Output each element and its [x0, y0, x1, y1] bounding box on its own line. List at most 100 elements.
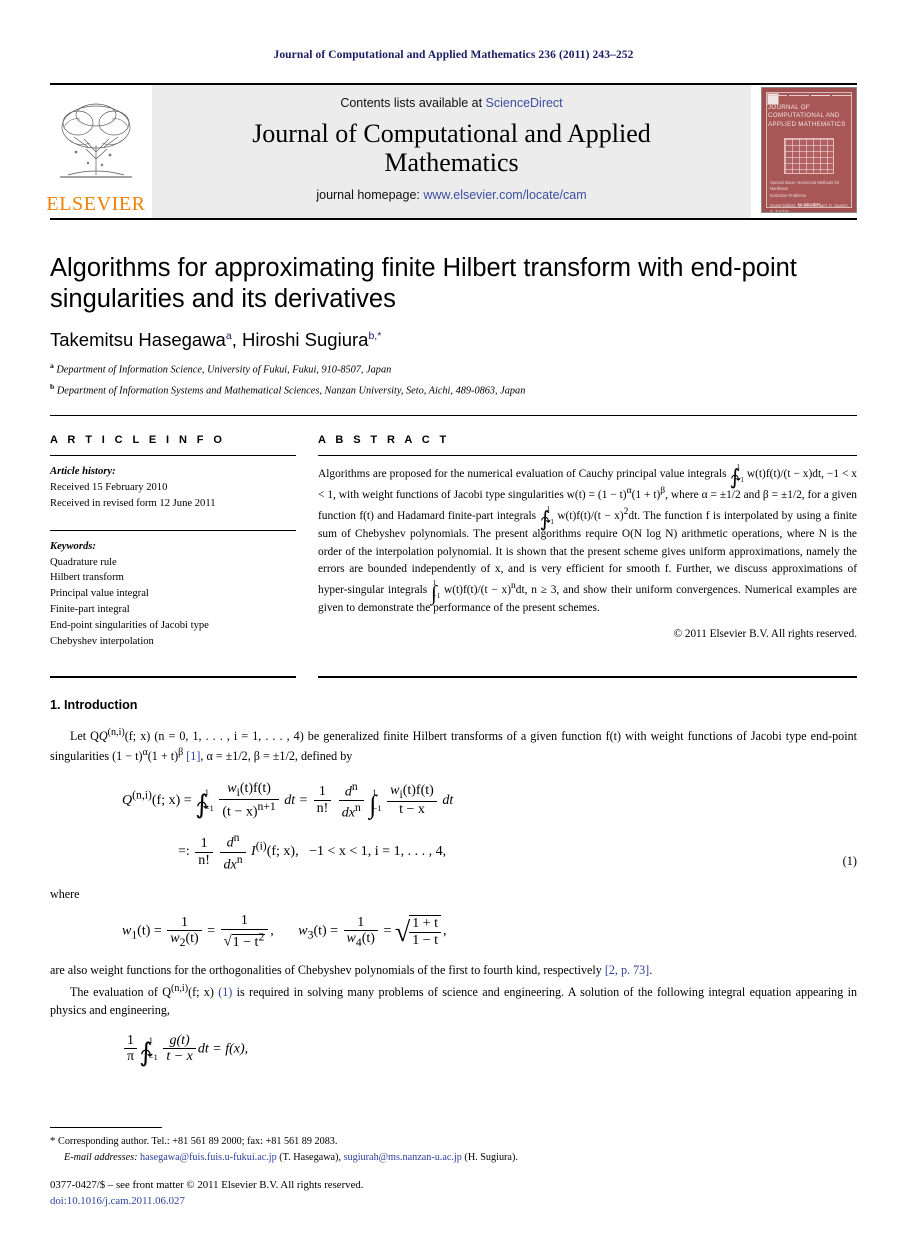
intro-paragraph-3: The evaluation of Q(n,i)(f; x) (1) is re… — [50, 981, 857, 1020]
section-heading-introduction: 1. Introduction — [50, 697, 138, 712]
eq2-f3-num: 1 — [357, 914, 365, 930]
eq1-f4-num: 1 — [200, 836, 208, 851]
eq1-conditions: −1 < x < 1, i = 1, . . . , 4, — [309, 844, 447, 860]
intro-p1-seg-c: (1 + t) — [147, 749, 179, 764]
eq2-sqrt-body: 1 − t — [232, 934, 259, 950]
eq3-tail: dt = f(x), — [197, 1040, 249, 1056]
eq2-w1-rest: (t) = — [137, 924, 162, 940]
eq2-w4-rest: (t) — [361, 931, 375, 947]
elsevier-wordmark: ELSEVIER — [46, 193, 146, 215]
journal-title-line2: Mathematics — [384, 148, 519, 178]
eq2-w3: w — [298, 924, 308, 940]
divider-rule-left — [50, 675, 296, 678]
affiliation-b: b Department of Information Systems and … — [50, 381, 857, 399]
author-2-affiliation-marker: b,* — [368, 330, 381, 342]
eq1-Q-superscript: (n,i) — [132, 788, 152, 802]
eq2-sqrt-sup: 2 — [258, 930, 265, 944]
affiliation-a: a Department of Information Science, Uni… — [50, 360, 857, 378]
eq1-d-sup: n — [351, 779, 358, 793]
eq3-f1-den: π — [124, 1048, 138, 1065]
masthead-bottom-rule — [50, 218, 857, 220]
citation-link-1[interactable]: [1] — [186, 749, 200, 763]
intro-p1-seg-a: Let Q — [70, 728, 99, 743]
integral-lower-limit: −1 — [372, 803, 382, 814]
citation-link-2[interactable]: [2, p. 73] — [605, 963, 649, 977]
equation-1-number: (1) — [842, 854, 857, 868]
equation-1-line-2: =: 1 n! dn dxn I(i)(f; x), −1 < x < 1, i… — [178, 831, 857, 873]
integral-limits: 1 −1 — [149, 1036, 158, 1061]
eq1-Q-args: (f; x) = — [151, 792, 192, 808]
affiliation-a-text: Department of Information Science, Unive… — [56, 364, 392, 376]
eq3-g-num: g(t) — [169, 1032, 190, 1048]
eq1-f2-num: 1 — [318, 784, 326, 800]
integral-limits: 1 −1 — [736, 462, 744, 484]
eq1-dx2-sup: n — [236, 852, 243, 866]
eq2-fraction-2: 1 √1 − t2 — [220, 913, 269, 950]
sqrt-icon: √ — [394, 917, 411, 949]
abstract-rule — [318, 454, 857, 456]
abstract-seg-5: w(t)f(t)/(t − x) — [553, 509, 624, 522]
journal-title-line1: Journal of Computational and Applied — [252, 119, 651, 148]
affiliation-a-marker: a — [50, 361, 54, 371]
intro-p1-superscript: (n,i) — [107, 726, 125, 738]
journal-band: Contents lists available at ScienceDirec… — [152, 85, 751, 218]
where-label: where — [50, 887, 80, 901]
eq1-d2-sup: n — [233, 831, 240, 845]
asterisk-icon: * — [50, 1135, 56, 1148]
integral-limits: 1 −1 — [546, 505, 554, 526]
article-history-label: Article history: — [50, 465, 116, 477]
cover-title: JOURNAL OF COMPUTATIONAL AND APPLIED MAT… — [768, 104, 846, 128]
eq1-den1: (t − x) — [222, 804, 258, 820]
intro-paragraph-2: are also weight functions for the orthog… — [50, 963, 653, 978]
issn-line: 0377-0427/$ – see front matter © 2011 El… — [50, 1179, 364, 1192]
eq3-fraction-2: g(t) t − x — [163, 1033, 196, 1065]
integral-upper-limit: 1 — [372, 786, 377, 797]
doi-link[interactable]: doi:10.1016/j.cam.2011.06.027 — [50, 1194, 857, 1210]
eq1-dx: dx — [341, 805, 355, 821]
keyword-item: Finite-part integral — [50, 604, 130, 616]
equation-reference-link[interactable]: (1) — [218, 985, 232, 999]
eq2-fraction-4: 1 + t 1 − t — [409, 915, 442, 948]
eq1-I-sup: (i) — [255, 839, 267, 853]
cover-subtitle-line2: Evolution Problems — [770, 192, 807, 198]
eq2-w4: w — [346, 931, 356, 947]
corresponding-author-marker: * — [377, 330, 382, 343]
footnote-area: * Corresponding author. Tel.: +81 561 89… — [50, 1127, 857, 1210]
email-note: E-mail addresses: hasegawa@fuis.fuis.u-f… — [50, 1150, 857, 1165]
author-1: Takemitsu Hasegawa — [50, 329, 226, 351]
divider-rule-right — [318, 675, 857, 678]
eq1-f2-den: n! — [313, 800, 332, 817]
eq3-f1-num: 1 — [127, 1032, 135, 1048]
intro-p1-seg-d: , α = ±1/2, β = ±1/2, defined by — [200, 749, 353, 764]
email-label: E-mail addresses: — [64, 1151, 138, 1163]
abstract-text: Algorithms are proposed for the numerica… — [318, 462, 857, 618]
author-separator: , — [231, 329, 242, 351]
email-link-1[interactable]: hasegawa@fuis.fuis.u-fukui.ac.jp — [140, 1152, 277, 1163]
eq1-I-args: (f; x), — [266, 844, 299, 860]
eq2-fraction-3: 1 w4(t) — [343, 914, 378, 950]
intro-p3-seg-b: (f; x) — [188, 984, 219, 999]
author-2-marker-text: b, — [368, 330, 378, 343]
corresponding-author-text: Corresponding author. Tel.: +81 561 89 2… — [58, 1136, 338, 1148]
integral-upper-limit: 1 — [736, 462, 740, 471]
keyword-item: End-point singularities of Jacobi type — [50, 620, 209, 632]
author-2: Hiroshi Sugiura — [241, 329, 369, 351]
article-info-rule — [50, 454, 296, 456]
keywords-label: Keywords: — [50, 540, 96, 552]
sqrt-icon: √ — [223, 933, 232, 950]
keywords-rule — [50, 529, 296, 531]
journal-homepage-line: journal homepage: www.elsevier.com/locat… — [316, 188, 586, 202]
email-link-2[interactable]: sugiurah@ms.nanzan-u.ac.jp — [344, 1152, 462, 1163]
eq1-den1-sup: n+1 — [257, 799, 276, 813]
equation-1-block: Q(n,i)(f; x) = ∱ 1 −1 wi(t)f(t) (t − x)n+1… — [50, 780, 857, 873]
eq1-dx-sup: n — [354, 801, 361, 815]
keyword-item: Principal value integral — [50, 588, 149, 600]
journal-homepage-link[interactable]: www.elsevier.com/locate/cam — [423, 188, 586, 202]
contents-prefix: Contents lists available at — [340, 96, 486, 110]
keyword-item: Chebyshev interpolation — [50, 635, 154, 647]
sciencedirect-link[interactable]: ScienceDirect — [486, 96, 563, 110]
eq2-equals-2: = — [383, 924, 392, 940]
eq2-fraction-1: 1 w2(t) — [167, 915, 202, 950]
abstract-heading: A B S T R A C T — [318, 433, 450, 446]
abstract-seg-1: Algorithms are proposed for the numerica… — [318, 467, 730, 480]
